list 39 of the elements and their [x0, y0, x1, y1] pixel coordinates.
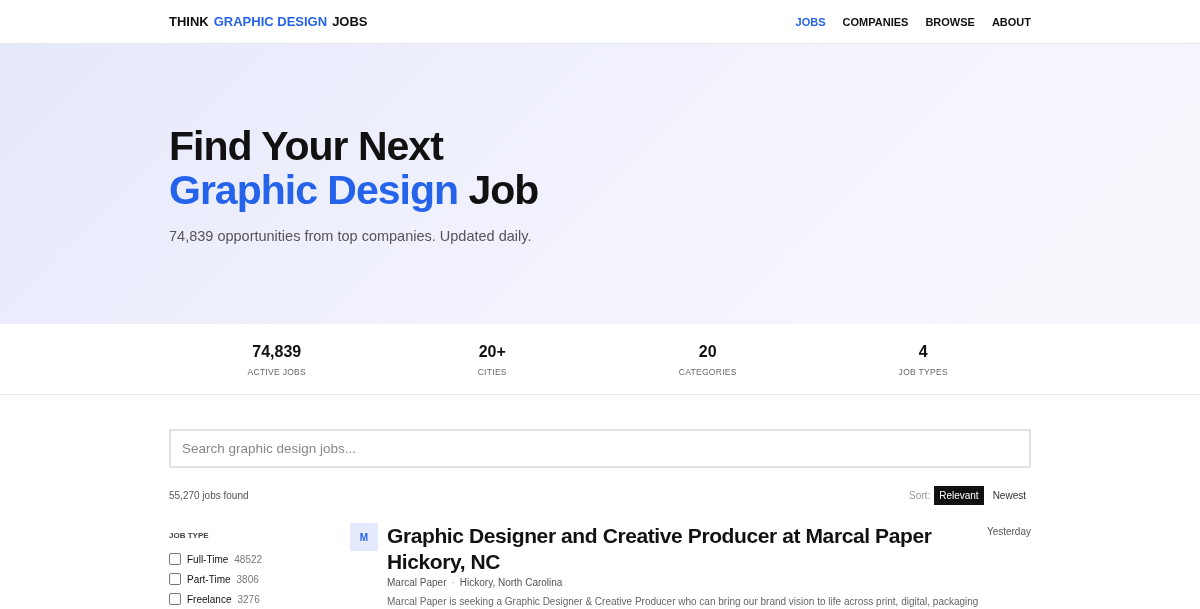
sort-option[interactable]: Newest: [987, 486, 1031, 505]
stat-value: 74,839: [251, 343, 303, 361]
hero-subtitle: 74,839 opportunities from top companies. Updated daily.: [169, 228, 533, 244]
company-logo: M: [350, 523, 378, 551]
nav-link[interactable]: ABOUT: [991, 15, 1031, 28]
separator-dot: ·: [451, 577, 455, 588]
hero-title: Find Your Next Graphic Design Job: [169, 124, 540, 212]
stat-value: 20+: [477, 343, 507, 361]
logo-text: JOBS: [332, 14, 368, 29]
stat-value: 20: [697, 343, 718, 361]
filter-heading: JOB TYPE: [169, 531, 210, 540]
job-title[interactable]: Graphic Designer and Creative Producer at Marcal Paper Hickory, NC: [387, 523, 967, 575]
stat-value: 4: [917, 343, 929, 361]
nav-link[interactable]: JOBS: [795, 15, 826, 28]
checkbox[interactable]: [169, 593, 181, 605]
posted-date: Yesterday: [986, 525, 1031, 539]
filter-label: Freelance: [187, 593, 232, 605]
nav-link[interactable]: BROWSE: [925, 15, 975, 28]
filter-label: Part-Time: [187, 573, 231, 585]
results-count: 55,270 jobs found: [169, 490, 249, 501]
stat-label: JOB TYPES: [897, 367, 949, 377]
filter-count: 48522: [234, 553, 263, 565]
filter-label: Full-Time: [187, 553, 229, 565]
checkbox[interactable]: [169, 553, 181, 565]
search-field[interactable]: Search graphic design jobs...: [169, 429, 1031, 468]
stat-label: CITIES: [476, 367, 508, 377]
sort-option[interactable]: Relevant: [934, 486, 984, 505]
logo-text: GRAPHIC DESIGN: [213, 14, 328, 29]
nav-link[interactable]: COMPANIES: [842, 15, 909, 28]
checkbox[interactable]: [169, 573, 181, 585]
sort-label: Sort:: [909, 490, 931, 501]
job-location: Hickory, North Carolina: [459, 577, 563, 588]
job-description: Marcal Paper is seeking a Graphic Designer & Creative Producer who can bring our brand vision to life across print, digital, packaging: [387, 596, 980, 607]
company-name: Marcal Paper: [387, 577, 447, 588]
stat-label: CATEGORIES: [677, 367, 738, 377]
filter-count: 3276: [237, 593, 260, 605]
logo-text: THINK: [169, 14, 209, 29]
stat-label: ACTIVE JOBS: [246, 367, 308, 377]
filter-count: 3806: [236, 573, 259, 585]
